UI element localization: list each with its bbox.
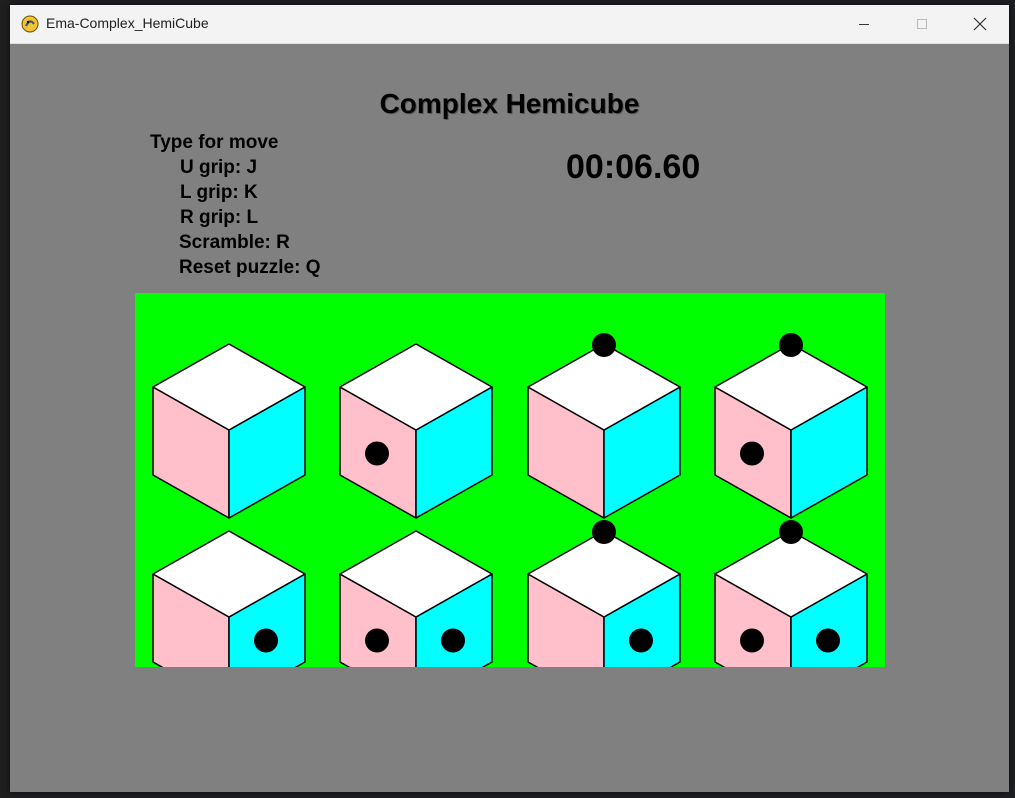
top-dot-marker: [592, 520, 616, 544]
cube-3[interactable]: [527, 333, 681, 519]
instruction-r-grip: R grip: L: [180, 207, 259, 228]
cube-4[interactable]: [714, 333, 868, 519]
cube-8[interactable]: [714, 520, 868, 667]
cube-7[interactable]: [527, 520, 681, 667]
right-dot-marker: [441, 628, 465, 653]
close-icon: [973, 17, 987, 31]
left-dot-marker: [365, 441, 389, 466]
right-dot-marker: [816, 628, 840, 653]
right-dot-marker: [629, 628, 653, 653]
top-dot-marker: [779, 333, 803, 357]
top-dot-marker: [779, 520, 803, 544]
left-dot-marker: [365, 628, 389, 653]
instruction-u-grip: U grip: J: [180, 157, 258, 178]
right-dot-marker: [254, 628, 278, 653]
maximize-button[interactable]: [893, 5, 951, 43]
cube-5[interactable]: [152, 530, 306, 667]
timer: 00:06.60: [566, 148, 701, 186]
close-button[interactable]: [951, 5, 1009, 43]
minimize-icon: [859, 24, 869, 25]
game-window: Ema-Complex_HemiCube Complex Hemicube Ty…: [10, 5, 1009, 792]
cube-grid: [152, 333, 868, 667]
top-dot-marker: [592, 333, 616, 357]
window-title: Ema-Complex_HemiCube: [46, 15, 209, 31]
left-dot-marker: [740, 628, 764, 653]
minimize-button[interactable]: [835, 5, 893, 43]
title-bar[interactable]: Ema-Complex_HemiCube: [10, 5, 1009, 44]
left-dot-marker: [740, 441, 764, 466]
game-title: Complex Hemicube: [379, 88, 640, 119]
python-snake-icon: [21, 15, 39, 33]
cube-1[interactable]: [152, 343, 306, 519]
maximize-icon: [917, 19, 927, 29]
cube-2[interactable]: [339, 343, 493, 519]
puzzle-board[interactable]: [135, 293, 885, 667]
cube-6[interactable]: [339, 530, 493, 667]
instruction-l-grip: L grip: K: [180, 182, 258, 203]
instruction-scramble: Scramble: R: [179, 232, 290, 253]
instruction-reset: Reset puzzle: Q: [179, 257, 321, 278]
instructions-header: Type for move: [150, 132, 279, 153]
